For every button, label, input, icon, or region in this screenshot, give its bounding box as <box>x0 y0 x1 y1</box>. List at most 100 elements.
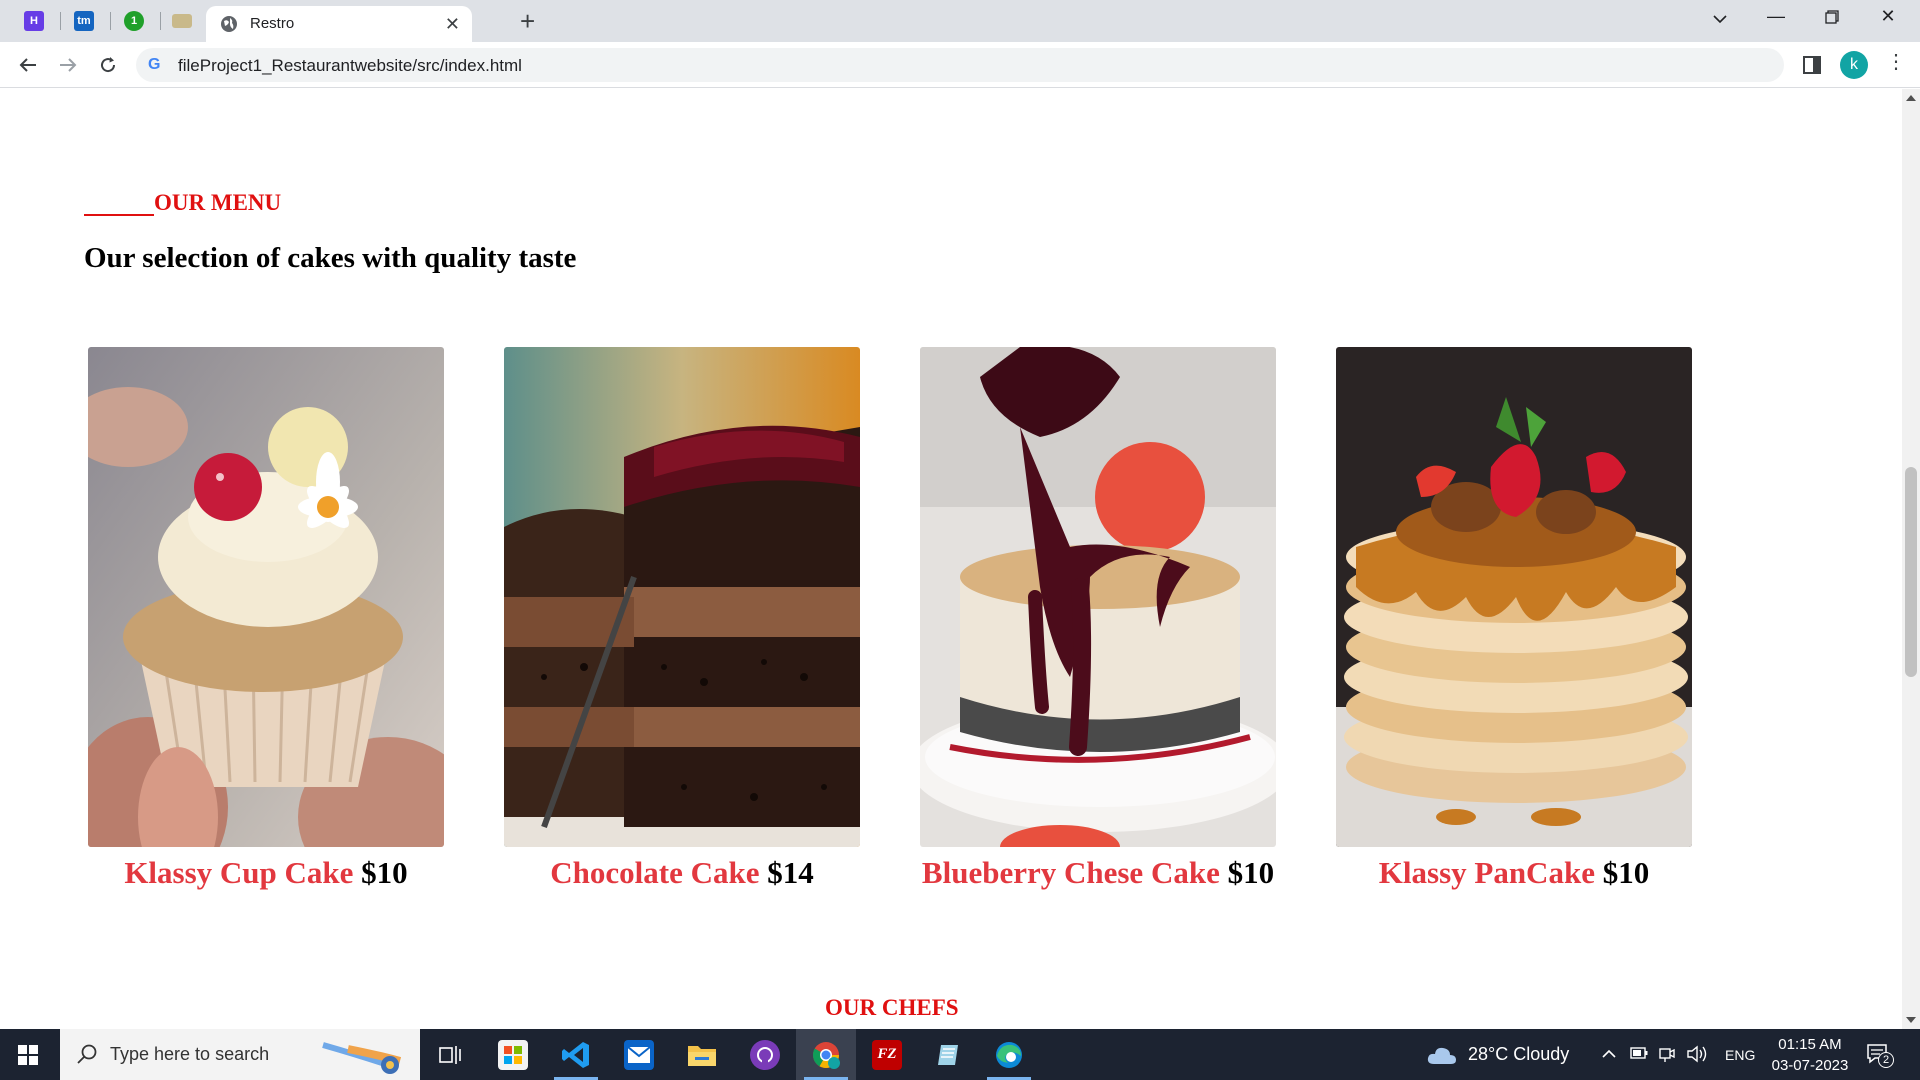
arrow-right-icon <box>60 58 77 72</box>
scrollbar-thumb[interactable] <box>1905 467 1917 677</box>
browser-toolbar: G fileProject1_Restaurantwebsite/src/ind… <box>0 42 1920 88</box>
cupcake-image <box>88 347 444 847</box>
weather-text[interactable]: 28°C Cloudy <box>1468 1044 1569 1065</box>
blueberry-cheesecake-image <box>920 347 1276 847</box>
volume-icon[interactable] <box>1686 1044 1708 1064</box>
pancake-image <box>1336 347 1692 847</box>
search-icon <box>77 1044 97 1064</box>
tab-close-icon[interactable]: ✕ <box>445 14 460 34</box>
menu-item-name: Klassy PanCake <box>1378 855 1595 890</box>
eyebrow-underline <box>84 194 154 216</box>
windows-taskbar: Type here to search FZ 28°C Cloudy ENG 0… <box>0 1029 1920 1080</box>
taskbar-clock[interactable]: 01:15 AM 03-07-2023 <box>1765 1034 1855 1076</box>
menu-card-blueberry-cheesecake[interactable]: Blueberry Chese Cake $10 <box>920 347 1276 891</box>
chocolate-cake-image <box>504 347 860 847</box>
taskbar-github-desktop[interactable] <box>735 1029 795 1080</box>
tab-search-chevron-icon[interactable] <box>1700 8 1740 29</box>
menu-item-name: Blueberry Chese Cake <box>921 855 1220 890</box>
menu-card-chocolate-cake[interactable]: Chocolate Cake $14 <box>504 347 860 891</box>
battery-icon[interactable] <box>1630 1047 1648 1059</box>
reload-icon <box>101 57 116 73</box>
menu-item-name: Chocolate Cake <box>550 855 760 890</box>
notification-center-button[interactable]: 2 <box>1866 1042 1894 1068</box>
scroll-down-arrow-icon[interactable] <box>1906 1017 1916 1023</box>
taskbar-filezilla[interactable]: FZ <box>857 1029 917 1080</box>
github-icon <box>750 1039 780 1070</box>
restore-button[interactable] <box>1812 8 1852 29</box>
address-bar[interactable]: G fileProject1_Restaurantwebsite/src/ind… <box>136 48 1784 82</box>
menu-item-price: $14 <box>767 855 814 890</box>
minimize-button[interactable]: — <box>1756 6 1796 27</box>
google-icon: G <box>148 56 161 73</box>
scroll-up-arrow-icon[interactable] <box>1906 95 1916 101</box>
close-window-button[interactable]: ✕ <box>1868 6 1908 27</box>
chrome-icon <box>811 1040 841 1070</box>
taskbar-chrome[interactable] <box>796 1029 856 1080</box>
taskbar-file-explorer[interactable] <box>672 1029 732 1080</box>
globe-icon <box>221 16 237 32</box>
mail-app-icon <box>624 1039 654 1070</box>
search-placeholder: Type here to search <box>110 1044 270 1064</box>
taskbar-notepad[interactable] <box>918 1029 978 1080</box>
tab-separator <box>60 12 61 30</box>
chevron-up-icon[interactable] <box>1602 1049 1616 1059</box>
chefs-section-eyebrow: OUR CHEFS <box>825 995 959 1020</box>
task-view-button[interactable] <box>420 1029 480 1080</box>
edge-icon <box>994 1040 1024 1070</box>
tab-separator <box>160 12 161 30</box>
search-highlight-comet-icon <box>322 1042 402 1074</box>
page-viewport: OUR MENU Our selection of cakes with qua… <box>0 89 1920 1029</box>
menu-item-caption: Klassy Cup Cake $10 <box>88 855 444 891</box>
vscode-icon <box>561 1040 591 1070</box>
new-tab-button[interactable]: + <box>520 8 535 34</box>
page-scrollbar[interactable] <box>1902 89 1920 1029</box>
pinned-tab-tm[interactable]: tm <box>66 6 102 36</box>
store-icon <box>498 1039 528 1070</box>
tab-title: Restro <box>250 15 295 32</box>
reload-button[interactable] <box>94 51 122 79</box>
browser-tab-bar: H tm 1 Restro ✕ + — ✕ <box>0 0 1920 42</box>
pinned-tab-hostinger[interactable]: H <box>16 6 52 36</box>
taskbar-edge[interactable] <box>979 1029 1039 1080</box>
clock-date: 03-07-2023 <box>1771 1057 1849 1074</box>
menu-item-caption: Chocolate Cake $14 <box>504 855 860 891</box>
url-text: fileProject1_Restaurantwebsite/src/index… <box>178 56 522 75</box>
menu-eyebrow-text: OUR MENU <box>154 190 282 215</box>
menu-item-name: Klassy Cup Cake <box>124 855 354 890</box>
forward-button[interactable] <box>54 51 82 79</box>
menu-item-price: $10 <box>1227 855 1275 890</box>
side-panel-icon[interactable] <box>1803 56 1821 74</box>
notification-count-badge: 2 <box>1878 1052 1894 1068</box>
notepad-icon <box>933 1040 963 1070</box>
arrow-left-icon <box>19 58 36 72</box>
meet-now-icon[interactable] <box>1658 1045 1676 1063</box>
one-icon: 1 <box>124 11 144 31</box>
menu-card-cupcake[interactable]: Klassy Cup Cake $10 <box>88 347 444 891</box>
language-indicator[interactable]: ENG <box>1725 1047 1755 1063</box>
menu-section-heading: Our selection of cakes with quality tast… <box>84 242 577 274</box>
taskbar-microsoft-store[interactable] <box>483 1029 543 1080</box>
pinned-tab-one[interactable]: 1 <box>116 6 152 36</box>
taskbar-mail[interactable] <box>609 1029 669 1080</box>
filezilla-icon: FZ <box>872 1039 902 1070</box>
menu-item-caption: Klassy PanCake $10 <box>1336 855 1692 891</box>
cloud-icon <box>1427 1047 1456 1064</box>
more-menu-icon[interactable]: ⋮ <box>1886 52 1906 72</box>
taskbar-vscode[interactable] <box>546 1029 606 1080</box>
hostinger-icon: H <box>24 11 44 31</box>
tab-restro[interactable]: Restro ✕ <box>206 6 472 42</box>
tab-separator <box>110 12 111 30</box>
profile-avatar[interactable]: k <box>1840 51 1868 79</box>
back-button[interactable] <box>14 51 42 79</box>
taskbar-search-box[interactable]: Type here to search <box>60 1029 420 1080</box>
clock-time: 01:15 AM <box>1778 1036 1842 1053</box>
menu-item-price: $10 <box>1602 855 1650 890</box>
windows-start-icon[interactable] <box>18 1045 38 1065</box>
task-view-icon <box>439 1045 461 1064</box>
menu-item-caption: Blueberry Chese Cake $10 <box>920 855 1276 891</box>
menu-item-price: $10 <box>361 855 408 890</box>
folder-icon <box>687 1040 717 1070</box>
tm-icon: tm <box>74 11 94 31</box>
menu-card-pancake[interactable]: Klassy PanCake $10 <box>1336 347 1692 891</box>
pinned-tab-mail[interactable] <box>164 6 200 36</box>
